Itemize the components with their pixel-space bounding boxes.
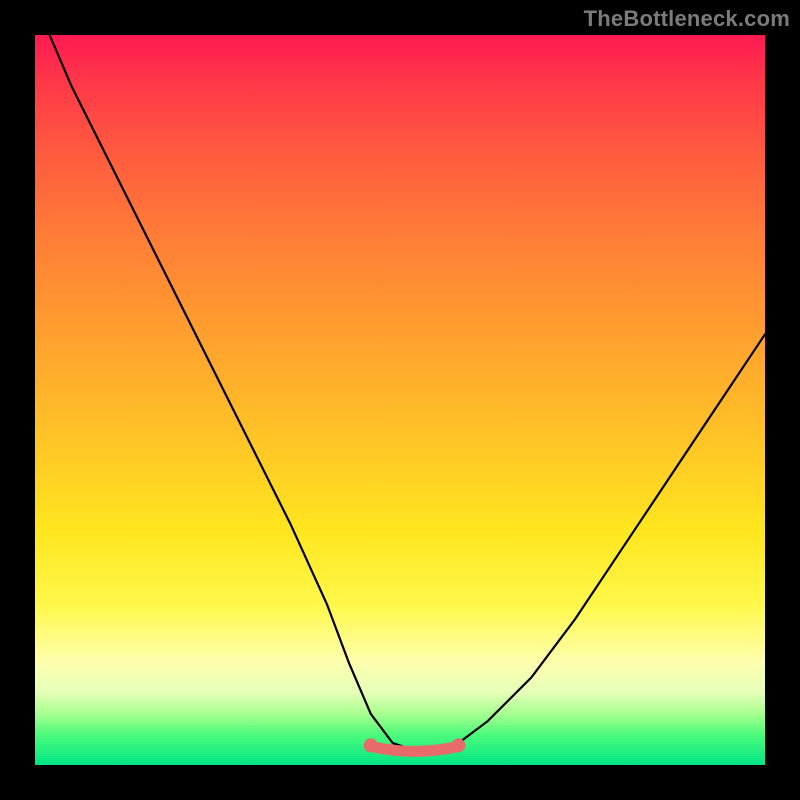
curve-svg [35,35,765,765]
valley-marker-dot-right [451,738,465,752]
bottleneck-curve-path [50,35,765,750]
plot-area [35,35,765,765]
valley-marker-dot-left [364,738,378,752]
valley-marker-path [371,746,459,751]
watermark-text: TheBottleneck.com [584,6,790,32]
chart-frame: TheBottleneck.com [0,0,800,800]
